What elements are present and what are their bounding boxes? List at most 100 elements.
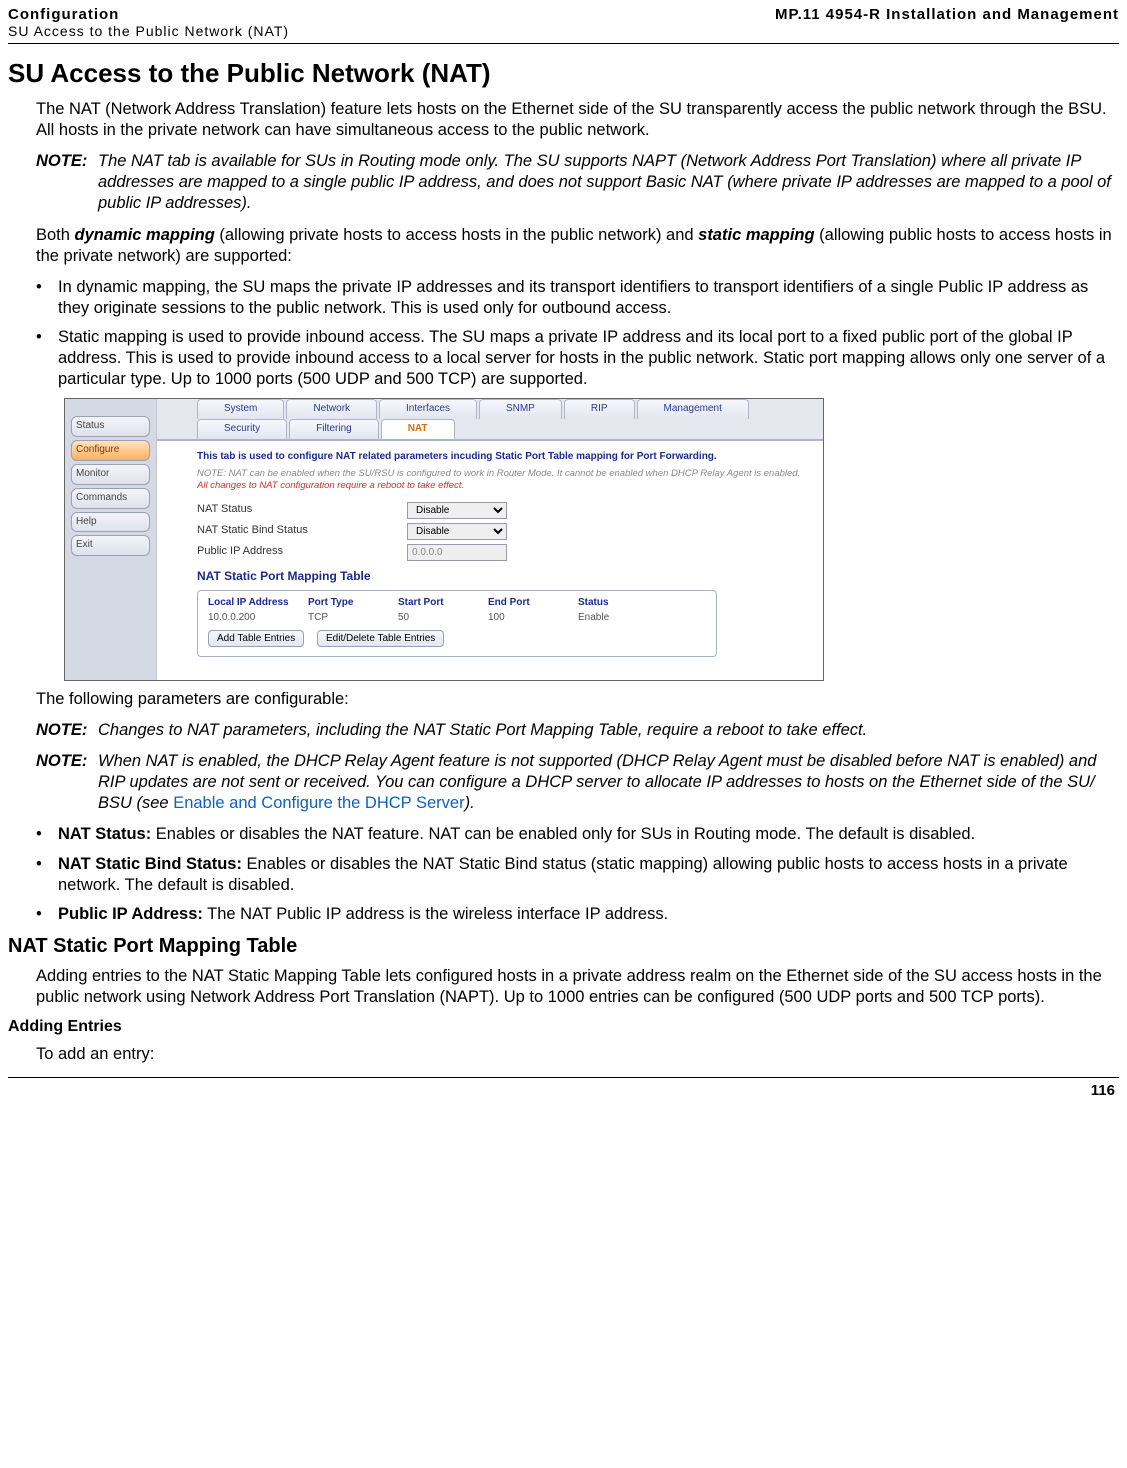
tab-snmp[interactable]: SNMP <box>479 399 562 419</box>
static-mapping-term: static mapping <box>698 226 814 244</box>
sidebar: Status Configure Monitor Commands Help E… <box>65 399 157 680</box>
mapping-table-title: NAT Static Port Mapping Table <box>197 569 805 584</box>
cell-local-ip: 10.0.0.200 <box>208 612 308 625</box>
nat-status-label: NAT Status <box>197 502 407 519</box>
tab-system[interactable]: System <box>197 399 284 419</box>
nat-bind-label: NAT Static Bind Status <box>197 523 407 540</box>
header-doc-title: MP.11 4954-R Installation and Management <box>775 6 1119 23</box>
sidebar-item-monitor[interactable]: Monitor <box>71 464 150 485</box>
note-body: When NAT is enabled, the DHCP Relay Agen… <box>98 751 1115 814</box>
tab-rip[interactable]: RIP <box>564 399 635 419</box>
note-2: NOTE: Changes to NAT parameters, includi… <box>36 720 1115 741</box>
subsection-paragraph: To add an entry: <box>36 1044 1115 1065</box>
tab-management[interactable]: Management <box>637 399 749 419</box>
intro-paragraph: The NAT (Network Address Translation) fe… <box>36 99 1115 141</box>
public-ip-label: Public IP Address <box>197 544 407 561</box>
public-ip-field[interactable] <box>407 544 507 561</box>
note-label: NOTE: <box>36 720 98 741</box>
list-item: • NAT Status: Enables or disables the NA… <box>36 824 1115 845</box>
nat-panel: This tab is used to configure NAT relate… <box>157 440 823 680</box>
tab-network[interactable]: Network <box>286 399 377 419</box>
panel-note-text: NOTE: NAT can be enabled when the SU/RSU… <box>197 468 800 479</box>
page-title: SU Access to the Public Network (NAT) <box>8 58 1119 89</box>
panel-note: NOTE: NAT can be enabled when the SU/RSU… <box>197 468 805 492</box>
nat-status-row: NAT Status Disable <box>197 500 805 521</box>
nat-status-select[interactable]: Disable <box>407 502 507 519</box>
main-pane: System Network Interfaces SNMP RIP Manag… <box>157 399 823 680</box>
mapping-bullets: • In dynamic mapping, the SU maps the pr… <box>36 277 1115 391</box>
param-label: NAT Static Bind Status: <box>58 855 242 873</box>
note-1: NOTE: The NAT tab is available for SUs i… <box>36 151 1115 214</box>
text: Both <box>36 226 75 244</box>
sidebar-item-exit[interactable]: Exit <box>71 535 150 556</box>
embedded-app-screenshot: Status Configure Monitor Commands Help E… <box>64 398 824 681</box>
col-end-port: End Port <box>488 597 578 610</box>
note-label: NOTE: <box>36 751 98 814</box>
edit-delete-entries-button[interactable]: Edit/Delete Table Entries <box>317 630 444 647</box>
param-label: NAT Status: <box>58 825 151 843</box>
section-heading: NAT Static Port Mapping Table <box>8 935 1119 958</box>
header-section: Configuration <box>8 6 289 23</box>
list-item: • In dynamic mapping, the SU maps the pr… <box>36 277 1115 319</box>
page-header: Configuration SU Access to the Public Ne… <box>8 0 1119 44</box>
dynamic-mapping-term: dynamic mapping <box>75 226 215 244</box>
bullet-icon: • <box>36 824 58 845</box>
sidebar-item-commands[interactable]: Commands <box>71 488 150 509</box>
nat-bind-select[interactable]: Disable <box>407 523 507 540</box>
note-body: The NAT tab is available for SUs in Rout… <box>98 151 1115 214</box>
bullet-text: NAT Status: Enables or disables the NAT … <box>58 824 1115 845</box>
tab-interfaces[interactable]: Interfaces <box>379 399 477 419</box>
sidebar-item-help[interactable]: Help <box>71 512 150 533</box>
bullet-text: Static mapping is used to provide inboun… <box>58 327 1115 390</box>
param-label: Public IP Address: <box>58 905 203 923</box>
public-ip-row: Public IP Address <box>197 542 805 563</box>
table-header: Local IP Address Port Type Start Port En… <box>208 597 706 610</box>
param-body: The NAT Public IP address is the wireles… <box>203 905 668 923</box>
tab-nat[interactable]: NAT <box>381 419 455 439</box>
page-number: 116 <box>1091 1082 1115 1099</box>
sidebar-item-status[interactable]: Status <box>71 416 150 437</box>
bullet-icon: • <box>36 854 58 896</box>
list-item: • Public IP Address: The NAT Public IP a… <box>36 904 1115 925</box>
header-subsection: SU Access to the Public Network (NAT) <box>8 23 289 39</box>
add-table-entries-button[interactable]: Add Table Entries <box>208 630 304 647</box>
param-body: Enables or disables the NAT feature. NAT… <box>151 825 975 843</box>
col-local-ip: Local IP Address <box>208 597 308 610</box>
tab-row-1: System Network Interfaces SNMP RIP Manag… <box>157 399 823 419</box>
cell-end-port: 100 <box>488 612 578 625</box>
note-3: NOTE: When NAT is enabled, the DHCP Rela… <box>36 751 1115 814</box>
sidebar-item-configure[interactable]: Configure <box>71 440 150 461</box>
panel-note-warning: All changes to NAT configuration require… <box>197 480 464 491</box>
cell-port-type: TCP <box>308 612 398 625</box>
cell-start-port: 50 <box>398 612 488 625</box>
subsection-heading: Adding Entries <box>8 1018 1119 1036</box>
bullet-text: NAT Static Bind Status: Enables or disab… <box>58 854 1115 896</box>
col-port-type: Port Type <box>308 597 398 610</box>
col-start-port: Start Port <box>398 597 488 610</box>
tab-filtering[interactable]: Filtering <box>289 419 379 439</box>
col-status: Status <box>578 597 668 610</box>
bullet-text: In dynamic mapping, the SU maps the priv… <box>58 277 1115 319</box>
tab-security[interactable]: Security <box>197 419 287 439</box>
table-row: 10.0.0.200 TCP 50 100 Enable <box>208 610 706 627</box>
list-item: • NAT Static Bind Status: Enables or dis… <box>36 854 1115 896</box>
bullet-icon: • <box>36 327 58 390</box>
dhcp-server-link[interactable]: Enable and Configure the DHCP Server <box>173 794 464 812</box>
page-footer: 116 <box>8 1077 1119 1109</box>
header-left: Configuration SU Access to the Public Ne… <box>8 6 289 39</box>
mapping-paragraph: Both dynamic mapping (allowing private h… <box>36 225 1115 267</box>
note-body: Changes to NAT parameters, including the… <box>98 720 1115 741</box>
note-label: NOTE: <box>36 151 98 214</box>
tab-row-2: Security Filtering NAT <box>157 419 823 440</box>
bullet-icon: • <box>36 277 58 319</box>
text: (allowing private hosts to access hosts … <box>215 226 698 244</box>
following-paragraph: The following parameters are configurabl… <box>36 689 1115 710</box>
parameter-bullets: • NAT Status: Enables or disables the NA… <box>36 824 1115 924</box>
note-text: ). <box>465 794 475 812</box>
mapping-table: Local IP Address Port Type Start Port En… <box>197 590 717 656</box>
cell-status: Enable <box>578 612 668 625</box>
bullet-icon: • <box>36 904 58 925</box>
nat-bind-row: NAT Static Bind Status Disable <box>197 521 805 542</box>
list-item: • Static mapping is used to provide inbo… <box>36 327 1115 390</box>
section-paragraph: Adding entries to the NAT Static Mapping… <box>36 966 1115 1008</box>
